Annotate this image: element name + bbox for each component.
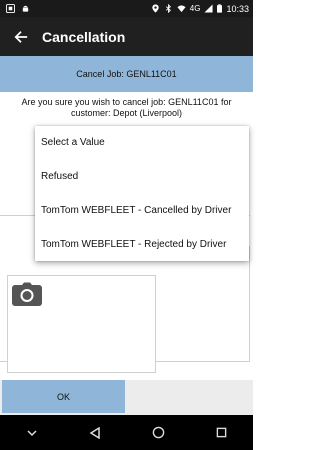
nav-recents-button[interactable] [206, 418, 236, 448]
job-header: Cancel Job: GENL11C01 [0, 56, 253, 92]
location-icon [152, 4, 159, 13]
ok-button[interactable]: OK [2, 380, 125, 413]
arrow-back-icon [14, 30, 28, 43]
android-icon [22, 5, 29, 12]
bluetooth-icon [165, 4, 171, 13]
back-button[interactable] [0, 17, 42, 56]
reason-dropdown: Select a Value Refused TomTom WEBFLEET -… [35, 126, 249, 261]
signal-icon [204, 4, 214, 13]
app-bar: Cancellation [0, 17, 253, 56]
section-divider [249, 246, 250, 361]
system-nav-bar [0, 415, 253, 450]
ok-button-label: OK [56, 391, 70, 402]
job-header-label: Cancel Job: GENL11C01 [76, 69, 177, 79]
dropdown-option[interactable]: Refused [35, 160, 249, 194]
dropdown-option[interactable]: Select a Value [35, 126, 249, 160]
home-circle-icon [152, 426, 164, 439]
dropdown-option[interactable]: TomTom WEBFLEET - Cancelled by Driver [35, 194, 249, 228]
app-notification-icon [6, 4, 15, 13]
back-triangle-icon [89, 426, 100, 439]
recents-square-icon [216, 427, 227, 438]
battery-icon [217, 4, 223, 13]
page-title: Cancellation [42, 28, 126, 45]
clock: 10:33 [226, 3, 249, 14]
nav-home-button[interactable] [143, 418, 173, 448]
wifi-icon [177, 5, 186, 13]
dropdown-option[interactable]: TomTom WEBFLEET - Rejected by Driver [35, 227, 249, 261]
chevron-down-icon [27, 429, 37, 436]
status-bar: 4G 10:33 [0, 0, 253, 17]
hide-keyboard-button[interactable] [17, 418, 47, 448]
photo-attachment[interactable] [7, 275, 156, 373]
confirmation-question: Are you sure you wish to cancel job: GEN… [21, 97, 232, 118]
nav-back-button[interactable] [80, 418, 110, 448]
action-bar: OK [0, 380, 253, 415]
network-type: 4G [189, 4, 201, 13]
camera-icon[interactable] [12, 282, 42, 306]
